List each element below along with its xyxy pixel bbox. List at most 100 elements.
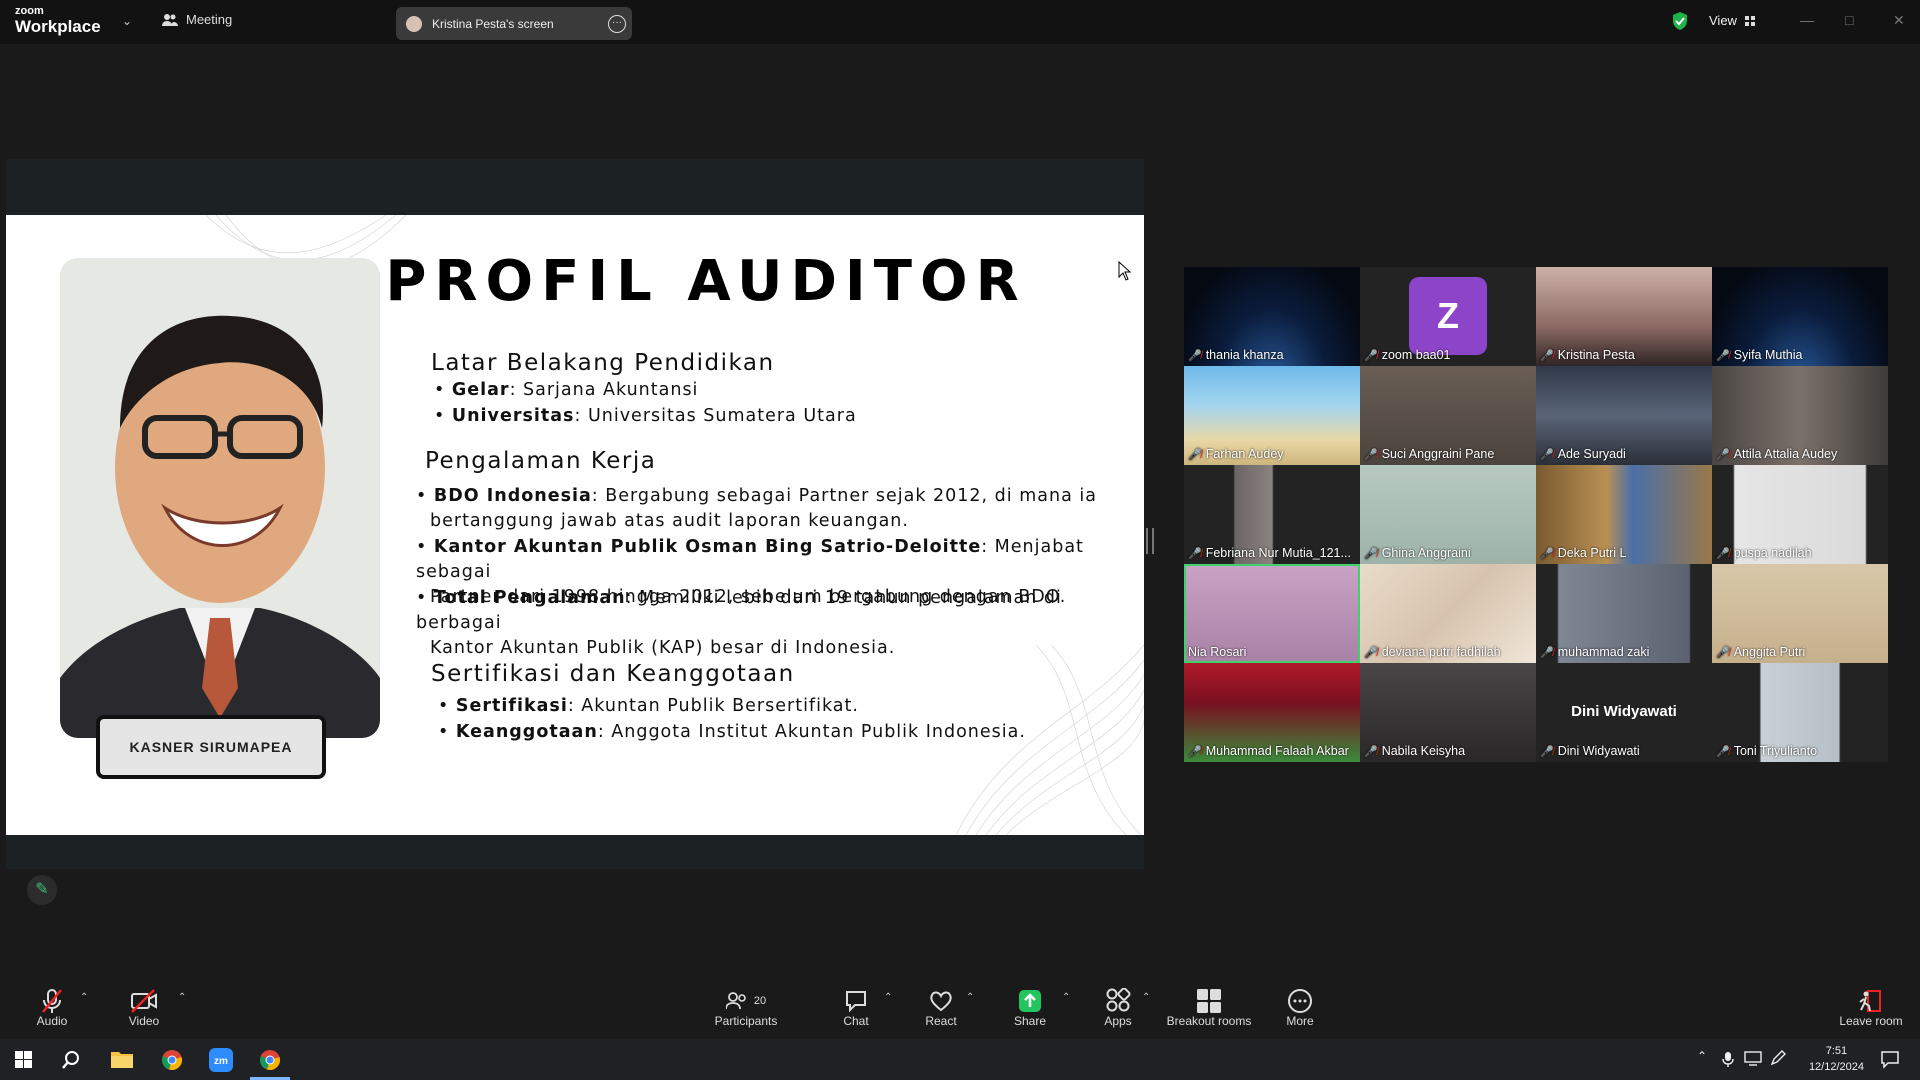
list-item: • Universitas: Universitas Sumatera Utar… [434, 406, 857, 426]
audio-button[interactable]: Audio [34, 988, 70, 1028]
audio-label: Audio [36, 1014, 68, 1028]
breakout-rooms-button[interactable]: Breakout rooms [1164, 988, 1254, 1028]
participant-tile[interactable]: 🎤̸ Anggita Putri [1712, 564, 1888, 663]
react-options-caret[interactable]: ⌃ [966, 992, 974, 1003]
windows-start-icon[interactable] [15, 1051, 32, 1068]
chrome-icon[interactable] [259, 1049, 281, 1071]
participant-tile[interactable]: Z 🎤̸ zoom baa01 [1360, 267, 1536, 366]
shield-icon[interactable] [1671, 11, 1689, 31]
participant-name: 🎤̸ Ade Suryadi [1540, 447, 1626, 461]
system-clock[interactable]: 7:51 12/12/2024 [1809, 1043, 1864, 1075]
microphone-icon[interactable] [1722, 1051, 1734, 1067]
participant-tile[interactable]: 🎤̸ Febriana Nur Mutia_121... [1184, 465, 1360, 564]
mic-muted-icon: 🎤̸ [1364, 745, 1378, 758]
participant-name: 🎤̸ Anggita Putri [1716, 645, 1806, 659]
participant-tile[interactable]: 🎤̸ deviana putri fadhilah [1360, 564, 1536, 663]
participant-tile[interactable]: 🎤̸ Ghina Anggraini [1360, 465, 1536, 564]
participant-tile[interactable]: 🎤̸ muhammad zaki [1536, 564, 1712, 663]
participant-tile[interactable]: 🎤̸ Ade Suryadi [1536, 366, 1712, 465]
participant-tile[interactable]: Nia Rosari [1184, 564, 1360, 663]
annotate-pencil-icon[interactable]: ✎ [27, 875, 57, 905]
more-options-icon[interactable]: ··· [608, 15, 626, 33]
participant-tile[interactable]: Dini Widyawati 🎤̸ Dini Widyawati [1536, 663, 1712, 762]
section-heading-certification: Sertifikasi dan Keanggotaan [431, 661, 795, 687]
screen-label: Kristina Pesta's screen [432, 16, 554, 31]
chat-icon [846, 991, 866, 1013]
slide-title: PROFIL AUDITOR [385, 249, 1027, 314]
participant-name: 🎤̸ Deka Putri L [1540, 546, 1627, 560]
share-button[interactable]: Share [1010, 988, 1050, 1028]
chevron-down-icon[interactable]: ⌄ [122, 14, 132, 28]
split-view-handle[interactable] [1146, 528, 1154, 554]
video-label: Video [128, 1014, 160, 1028]
participant-name: 🎤̸ Attila Attalia Audey [1716, 447, 1838, 461]
logo-small-text: zoom [15, 5, 44, 17]
mic-muted-icon: 🎤̸ [1540, 646, 1554, 659]
apps-button[interactable]: Apps [1098, 988, 1138, 1028]
participant-name: 🎤̸ Nabila Keisyha [1364, 744, 1466, 758]
windows-taskbar: zm ⌃ 7:51 12/12/2024 [0, 1039, 1920, 1080]
search-icon[interactable] [61, 1050, 81, 1070]
list-item: • Total Pengalaman: Memiliki lebih dari … [416, 588, 1062, 658]
section-heading-education: Latar Belakang Pendidikan [431, 350, 775, 376]
participant-tile[interactable]: 🎤̸ Deka Putri L [1536, 465, 1712, 564]
close-icon[interactable]: ✕ [1893, 12, 1905, 29]
participant-tile[interactable]: 🎤̸ Kristina Pesta [1536, 267, 1712, 366]
avatar [406, 15, 422, 32]
minimize-icon[interactable]: — [1800, 12, 1814, 28]
zoom-app-icon[interactable]: zm [209, 1048, 233, 1072]
participant-tile[interactable]: 🎤̸ Attila Attalia Audey [1712, 366, 1888, 465]
list-item: • Gelar: Sarjana Akuntansi [434, 380, 699, 400]
participant-tile[interactable]: 🎤̸ thania khanza [1184, 267, 1360, 366]
mic-muted-icon: 🎤̸ [1716, 745, 1730, 758]
participant-name: 🎤̸ puspa nadilah [1716, 546, 1812, 560]
pen-icon[interactable] [1770, 1050, 1786, 1066]
participant-tile[interactable]: 🎤̸ puspa nadilah [1712, 465, 1888, 564]
video-button[interactable]: Video [126, 988, 162, 1028]
leave-room-label: Leave room [1839, 1014, 1903, 1028]
chat-options-caret[interactable]: ⌃ [884, 992, 892, 1003]
participant-name: 🎤̸ Febriana Nur Mutia_121... [1188, 546, 1351, 560]
react-button[interactable]: React [921, 988, 961, 1028]
mic-muted-icon: 🎤̸ [1364, 349, 1378, 362]
chat-label: Chat [843, 1014, 869, 1028]
notification-icon[interactable] [1880, 1049, 1900, 1069]
participants-icon [725, 992, 746, 1010]
participants-label: Participants [714, 1014, 778, 1028]
participant-tile[interactable]: 🎤̸ Suci Anggraini Pane [1360, 366, 1536, 465]
list-item: • Keanggotaan: Anggota Institut Akuntan … [438, 722, 1026, 742]
apps-options-caret[interactable]: ⌃ [1142, 992, 1150, 1003]
mic-muted-icon: 🎤̸ [1364, 448, 1378, 461]
title-bar: zoom Workplace ⌄ Meeting Kristina Pesta'… [0, 0, 1920, 44]
participant-tile[interactable]: 🎤̸ Muhammad Falaah Akbar [1184, 663, 1360, 762]
participant-name: 🎤̸ Syifa Muthia [1716, 348, 1803, 362]
zoom-logo: zoom Workplace [15, 5, 101, 36]
network-icon[interactable] [1744, 1051, 1762, 1066]
video-gallery: 🎤̸ thania khanza Z 🎤̸ zoom baa01 🎤̸ Kristin… [1184, 267, 1890, 762]
chrome-icon[interactable] [161, 1049, 183, 1071]
meeting-button[interactable]: Meeting [162, 12, 232, 27]
clock-time: 7:51 [1825, 1045, 1848, 1057]
list-item: • Sertifikasi: Akuntan Publik Bersertifi… [438, 696, 859, 716]
share-options-caret[interactable]: ⌃ [1062, 992, 1070, 1003]
apps-label: Apps [1104, 1014, 1132, 1028]
participant-tile[interactable]: 🎤̸ Syifa Muthia [1712, 267, 1888, 366]
more-button[interactable]: More [1280, 988, 1320, 1028]
video-options-caret[interactable]: ⌃ [178, 992, 186, 1003]
react-label: React [925, 1014, 957, 1028]
mic-muted-icon: 🎤̸ [1540, 547, 1554, 560]
participant-tile[interactable]: 🎤̸ Farhan Audey [1184, 366, 1360, 465]
file-explorer-icon[interactable] [111, 1050, 133, 1068]
participant-tile[interactable]: 🎤̸ Nabila Keisyha [1360, 663, 1536, 762]
chat-button[interactable]: Chat [836, 988, 876, 1028]
shared-screen-indicator[interactable]: Kristina Pesta's screen ··· [396, 7, 632, 40]
chevron-up-icon[interactable]: ⌃ [1697, 1049, 1707, 1063]
view-button[interactable]: View [1709, 13, 1755, 28]
participant-tile[interactable]: 🎤̸ Toni Triyulianto [1712, 663, 1888, 762]
audio-options-caret[interactable]: ⌃ [80, 992, 88, 1003]
maximize-icon[interactable]: □ [1845, 12, 1853, 28]
participants-button[interactable]: 20 Participants [712, 988, 780, 1028]
leave-room-button[interactable]: Leave room [1836, 988, 1906, 1028]
share-label: Share [1013, 1014, 1047, 1028]
mic-muted-icon: 🎤̸ [1364, 547, 1378, 560]
